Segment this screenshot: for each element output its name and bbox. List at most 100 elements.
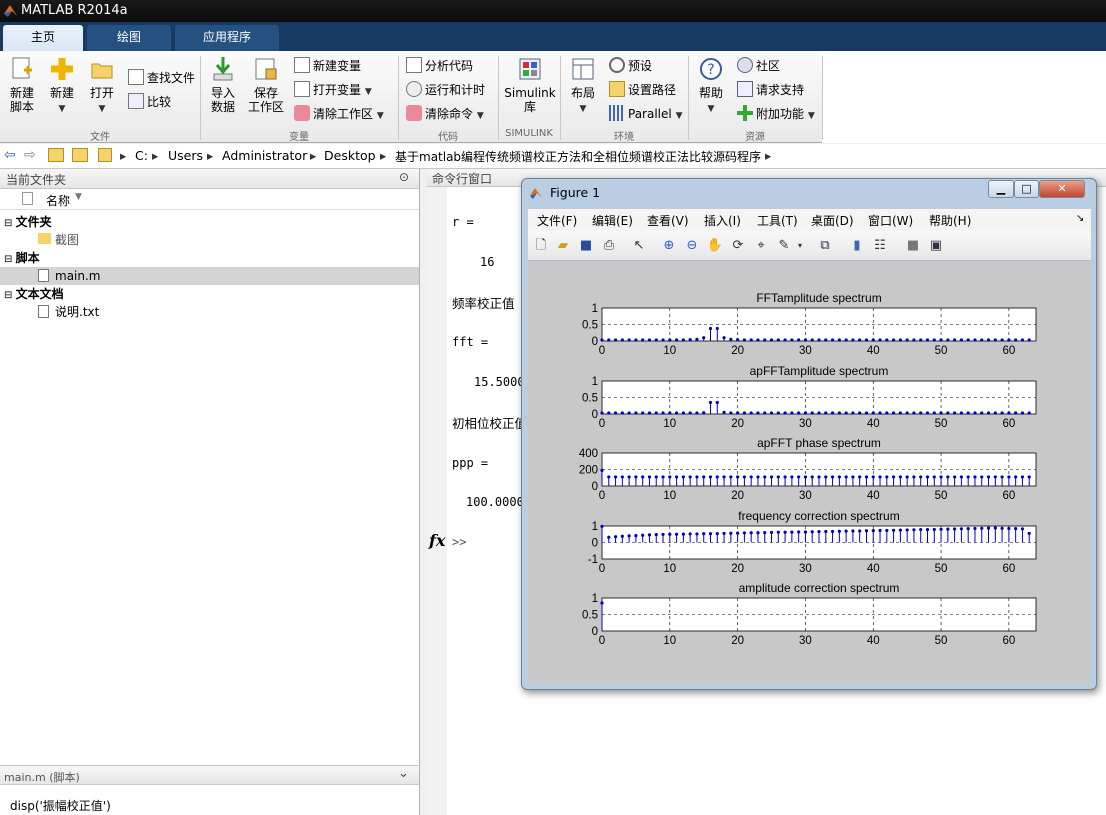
- new-variable-button[interactable]: 新建变量: [294, 56, 361, 76]
- save-workspace-button[interactable]: 保存 工作区: [248, 56, 284, 114]
- menu-tools[interactable]: 工具(T): [757, 212, 798, 229]
- stem-marker: [946, 338, 950, 342]
- breadcrumb-desktop[interactable]: Desktop: [324, 148, 376, 163]
- menu-overflow-icon[interactable]: ↘: [1076, 213, 1084, 224]
- show-plot-tools-icon[interactable]: ▣: [927, 237, 945, 255]
- details-header[interactable]: main.m (脚本) ⌄: [0, 765, 419, 785]
- command-prompt[interactable]: >>: [452, 535, 466, 549]
- chevron-down-icon[interactable]: ⌄: [398, 766, 409, 781]
- section-folders[interactable]: ⊟ 文件夹: [4, 213, 52, 231]
- community-button[interactable]: 社区: [737, 56, 780, 76]
- up-folder-icon[interactable]: [48, 148, 64, 162]
- menu-file[interactable]: 文件(F): [537, 212, 577, 229]
- print-icon[interactable]: ⎙: [600, 237, 618, 255]
- collapse-icon: ⊟: [4, 254, 16, 265]
- list-item[interactable]: 截图: [38, 231, 79, 249]
- new-script-button[interactable]: 新建 脚本: [6, 56, 38, 114]
- rotate-3d-icon[interactable]: ⟳: [729, 237, 747, 255]
- tab-plots[interactable]: 绘图: [87, 25, 171, 51]
- section-scripts[interactable]: ⊟ 脚本: [4, 249, 40, 267]
- stem-marker: [844, 529, 848, 533]
- y-tick-label: 0: [592, 538, 598, 550]
- simulink-library-button[interactable]: Simulink 库: [503, 56, 557, 114]
- section-text-docs[interactable]: ⊟ 文本文档: [4, 285, 64, 303]
- menu-edit[interactable]: 编辑(E): [592, 212, 633, 229]
- x-tick-label: 40: [867, 563, 880, 575]
- stem-marker: [980, 475, 984, 479]
- menu-help[interactable]: 帮助(H): [929, 212, 971, 229]
- colorbar-icon[interactable]: ▮: [848, 237, 866, 255]
- layout-button[interactable]: 布局 ▼: [566, 56, 600, 116]
- menu-window[interactable]: 窗口(W): [868, 212, 913, 229]
- new-button[interactable]: 新建 ▼: [46, 56, 78, 116]
- panel-menu-icon[interactable]: ⊙: [399, 170, 409, 184]
- legend-icon[interactable]: ☷: [871, 237, 889, 255]
- help-button[interactable]: ? 帮助 ▼: [694, 56, 728, 116]
- open-variable-button[interactable]: 打开变量 ▼: [294, 80, 372, 100]
- stem-marker: [1014, 411, 1018, 415]
- zoom-in-icon[interactable]: ⊕: [660, 237, 678, 255]
- open-file-icon[interactable]: ▰: [554, 237, 572, 255]
- stem-marker: [634, 475, 638, 479]
- request-support-button[interactable]: 请求支持: [737, 80, 804, 100]
- forward-arrow-icon[interactable]: ⇨: [24, 147, 36, 163]
- section-label: 文件夹: [15, 215, 52, 229]
- menu-desktop[interactable]: 桌面(D): [811, 212, 854, 229]
- hide-plot-tools-icon[interactable]: ■: [904, 237, 922, 255]
- stem-marker: [769, 338, 774, 342]
- import-data-button[interactable]: 导入 数据: [206, 56, 240, 114]
- maximize-icon[interactable]: □: [1014, 180, 1039, 198]
- stem-marker: [797, 411, 801, 415]
- breadcrumb-users[interactable]: Users: [168, 148, 203, 163]
- breadcrumb-administrator[interactable]: Administrator: [222, 148, 307, 163]
- figure-canvas[interactable]: FFTamplitude spectrum 0 10 20 30 40 50 60 1 0.5 0 a…: [528, 262, 1091, 684]
- tab-apps[interactable]: 应用程序: [175, 25, 279, 51]
- list-item[interactable]: 说明.txt: [38, 303, 99, 321]
- clear-workspace-button[interactable]: 清除工作区 ▼: [294, 104, 384, 124]
- column-header[interactable]: 名称 ▼: [0, 189, 419, 210]
- menu-view[interactable]: 查看(V): [647, 212, 689, 229]
- new-variable-label: 新建变量: [313, 59, 362, 73]
- x-tick-label: 0: [599, 490, 605, 502]
- browse-folder-icon[interactable]: [72, 148, 88, 162]
- stem-marker: [959, 527, 964, 531]
- list-item-selected[interactable]: main.m: [0, 267, 419, 285]
- stem-marker: [858, 411, 862, 415]
- data-cursor-icon[interactable]: ⌖: [752, 237, 770, 255]
- figure-window[interactable]: Figure 1 ▁ □ ✕ 文件(F) 编辑(E) 查看(V) 插入(I) 工…: [521, 178, 1097, 690]
- chevron-down-icon: ▼: [58, 104, 66, 114]
- close-icon[interactable]: ✕: [1039, 180, 1085, 198]
- analyze-code-button[interactable]: 分析代码: [406, 56, 473, 76]
- chevron-down-icon[interactable]: ▾: [791, 237, 809, 255]
- find-files-button[interactable]: 查找文件: [128, 68, 195, 88]
- x-tick-label: 50: [935, 563, 948, 575]
- pan-hand-icon[interactable]: ✋: [706, 237, 724, 255]
- fx-function-browser-icon[interactable]: fx: [429, 531, 445, 550]
- preferences-button[interactable]: 预设: [609, 56, 652, 76]
- parallel-button[interactable]: Parallel ▼: [609, 104, 682, 124]
- details-title: main.m (脚本): [4, 771, 80, 784]
- add-ons-button[interactable]: 附加功能 ▼: [737, 104, 815, 124]
- back-arrow-icon[interactable]: ⇦: [4, 147, 16, 163]
- set-path-button[interactable]: 设置路径: [609, 80, 676, 100]
- link-plot-icon[interactable]: ⧉: [816, 237, 834, 255]
- group-label-code: 代码: [438, 132, 458, 143]
- stem-marker: [756, 338, 760, 342]
- save-icon[interactable]: ■: [577, 237, 595, 255]
- stem-marker: [769, 530, 774, 535]
- minimize-icon[interactable]: ▁: [988, 180, 1014, 198]
- clear-commands-button[interactable]: 清除命令 ▼: [406, 104, 484, 124]
- pointer-arrow-icon[interactable]: ↖: [630, 237, 648, 255]
- zoom-out-icon[interactable]: ⊖: [683, 237, 701, 255]
- menu-insert[interactable]: 插入(I): [704, 212, 741, 229]
- open-variable-icon: [294, 81, 310, 97]
- breadcrumb-c[interactable]: C:: [135, 148, 148, 163]
- open-button[interactable]: 打开 ▼: [86, 56, 118, 116]
- compare-button[interactable]: 比较: [128, 92, 171, 112]
- breadcrumb-project-folder[interactable]: 基于matlab编程传统频谱校正方法和全相位频谱校正法比较源码程序: [395, 148, 761, 165]
- stem-marker: [932, 475, 936, 479]
- new-figure-icon[interactable]: 🗋: [532, 237, 550, 255]
- stem-marker: [600, 601, 604, 605]
- run-and-time-button[interactable]: 运行和计时: [406, 80, 485, 100]
- tab-home[interactable]: 主页: [3, 25, 83, 51]
